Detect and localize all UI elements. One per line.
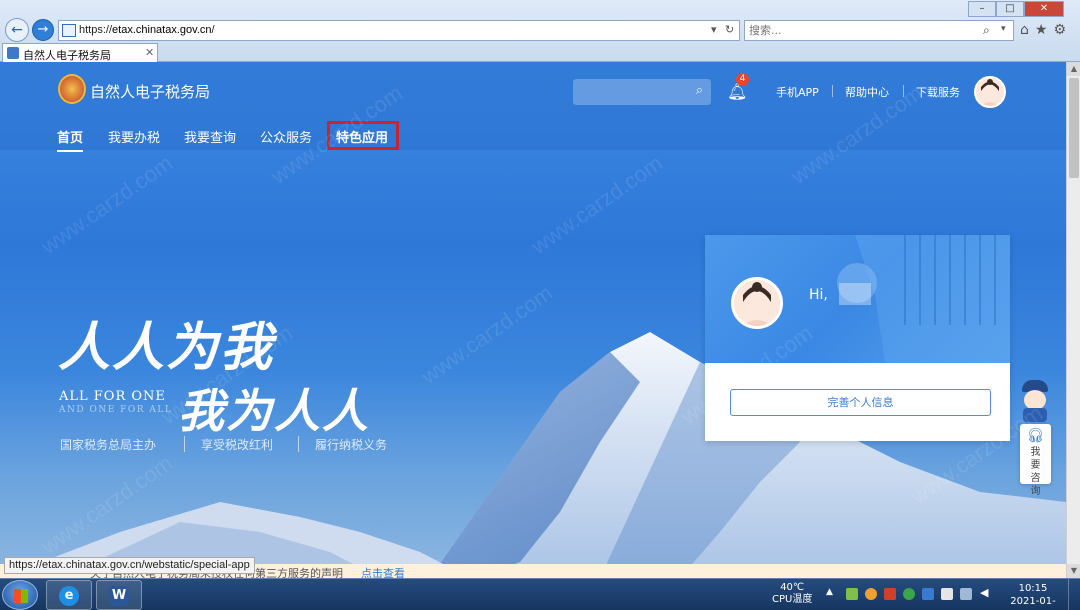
browser-chrome: ← → https://etax.chinatax.gov.cn/ ▾ ↻ ⌕ … (0, 0, 1080, 62)
menu-home[interactable]: 首页 (57, 127, 84, 152)
tax-emblem-logo (58, 74, 86, 104)
clock-time: 10:15 (1018, 583, 1048, 594)
start-button[interactable] (2, 580, 38, 610)
card-header: Hi, (705, 235, 1010, 363)
avatar-face-icon (734, 280, 780, 326)
minimize-button[interactable]: – (968, 1, 996, 17)
tray-app-icon[interactable] (884, 588, 896, 600)
tray-expand-icon[interactable]: ▲ (826, 587, 838, 599)
address-url[interactable]: https://etax.chinatax.gov.cn/ (79, 24, 215, 36)
avatar-face-icon (976, 78, 1004, 106)
browser-tab[interactable]: 自然人电子税务局 ✕ (2, 43, 158, 62)
search-dropdown-icon[interactable]: ▾ (1001, 24, 1006, 34)
web-page: 自然人电子税务局 ⌕ 🔔︎ 4 手机APP 帮助中心 下载服务 首页 我要办税 … (0, 62, 1066, 578)
tax-officer-mascot[interactable] (1018, 380, 1052, 424)
clock-date: 2021-01-29 (1010, 596, 1056, 610)
sub-slogan: 履行纳税义务 (315, 438, 388, 452)
menu-query[interactable]: 我要查询 (184, 127, 236, 146)
taskbar-word[interactable]: W (96, 580, 142, 610)
tab-close-icon[interactable]: ✕ (145, 46, 154, 59)
page-favicon-icon (62, 24, 76, 37)
browser-search-input[interactable] (749, 24, 969, 37)
browser-toolbar-icons: ⌂★⚙ (1020, 22, 1072, 38)
show-desktop-button[interactable] (1068, 579, 1080, 610)
slogan-line-1: 人人为我 (58, 317, 275, 378)
close-window-button[interactable]: ✕ (1024, 1, 1064, 17)
slogan-line-2: 我为人人 (178, 384, 370, 438)
tab-favicon-icon (7, 47, 19, 59)
address-dropdown-icon[interactable]: ▾ (711, 23, 717, 36)
cpu-temp-value: 40℃ (780, 582, 805, 593)
user-avatar[interactable] (974, 76, 1006, 108)
search-icon[interactable]: ⌕ (696, 83, 703, 98)
home-icon[interactable]: ⌂ (1020, 22, 1035, 38)
taskbar-ie[interactable]: e (46, 580, 92, 610)
tab-title: 自然人电子税务局 (23, 49, 111, 62)
system-clock[interactable]: 10:15 2021-01-29 (1005, 582, 1061, 610)
tab-bar: 自然人电子税务局 ✕ (0, 43, 1080, 62)
shield-icon[interactable] (922, 588, 934, 600)
headset-icon: 🎧︎ (1026, 428, 1045, 444)
menu-public-service[interactable]: 公众服务 (260, 127, 312, 146)
browser-search-box[interactable]: ⌕ ▾ (744, 20, 1014, 41)
internet-explorer-icon: e (59, 586, 79, 606)
notice-more-link[interactable]: 点击查看 (361, 565, 405, 578)
divider (832, 85, 833, 97)
scroll-thumb[interactable] (1069, 78, 1079, 178)
english-slogan-1: ALL FOR ONE (59, 389, 166, 404)
tray-app-icon[interactable] (865, 588, 877, 600)
greeting-text: Hi, (809, 287, 828, 303)
help-center-link[interactable]: 帮助中心 (845, 84, 889, 100)
windows-taskbar: e W 40℃ CPU温度 ▲ ◀ 10:15 2021-01-29 (0, 578, 1080, 610)
consult-label: 我要咨询 (1030, 447, 1041, 497)
network-icon[interactable] (960, 588, 972, 600)
favorites-star-icon[interactable]: ★ (1035, 22, 1054, 38)
masked-username (839, 283, 871, 305)
status-bar-url: https://etax.chinatax.gov.cn/webstatic/s… (4, 557, 255, 574)
word-icon: W (109, 586, 129, 606)
mobile-app-link[interactable]: 手机APP (776, 84, 819, 100)
site-search-input[interactable]: ⌕ (573, 79, 711, 105)
address-bar[interactable]: https://etax.chinatax.gov.cn/ ▾ ↻ (58, 20, 740, 41)
sub-slogan: 享受税改红利 (201, 438, 274, 452)
vertical-scrollbar[interactable]: ▲ ▼ (1066, 62, 1080, 578)
cpu-temp-label: CPU温度 (772, 594, 813, 605)
mascot-face (1024, 390, 1046, 410)
maximize-button[interactable]: □ (996, 1, 1024, 17)
site-title[interactable]: 自然人电子税务局 (90, 81, 210, 102)
divider (298, 436, 299, 452)
special-apps-highlight-box (327, 121, 399, 150)
scroll-down-arrow-icon[interactable]: ▼ (1067, 564, 1080, 578)
card-user-avatar (731, 277, 783, 329)
mascot-body (1023, 408, 1047, 422)
complete-profile-button[interactable]: 完善个人信息 (730, 389, 991, 416)
english-slogan-2: AND ONE FOR ALL (59, 405, 173, 415)
divider (903, 85, 904, 97)
forward-arrow-icon[interactable]: → (32, 19, 54, 41)
flag-icon[interactable] (941, 588, 953, 600)
scroll-up-arrow-icon[interactable]: ▲ (1067, 62, 1080, 76)
notification-badge: 4 (736, 73, 749, 86)
tray-app-icon[interactable] (846, 588, 858, 600)
download-service-link[interactable]: 下载服务 (916, 84, 960, 100)
volume-icon[interactable]: ◀ (980, 586, 992, 599)
cpu-temp-widget[interactable]: 40℃ CPU温度 (772, 582, 812, 606)
user-info-card: Hi, 完善个人信息 (705, 235, 1010, 441)
divider (184, 436, 185, 452)
search-icon[interactable]: ⌕ (983, 23, 990, 38)
window-controls: – □ ✕ (968, 0, 1064, 17)
menu-tax-handling[interactable]: 我要办税 (108, 127, 160, 146)
refresh-icon[interactable]: ↻ (725, 23, 734, 36)
sub-slogan: 国家税务总局主办 (60, 438, 157, 452)
windows-logo-icon (14, 589, 28, 603)
settings-gear-icon[interactable]: ⚙ (1053, 22, 1072, 38)
consult-widget[interactable]: 🎧︎ 我要咨询 (1020, 424, 1051, 497)
tray-app-icon[interactable] (903, 588, 915, 600)
back-arrow-icon[interactable]: ← (5, 18, 29, 42)
